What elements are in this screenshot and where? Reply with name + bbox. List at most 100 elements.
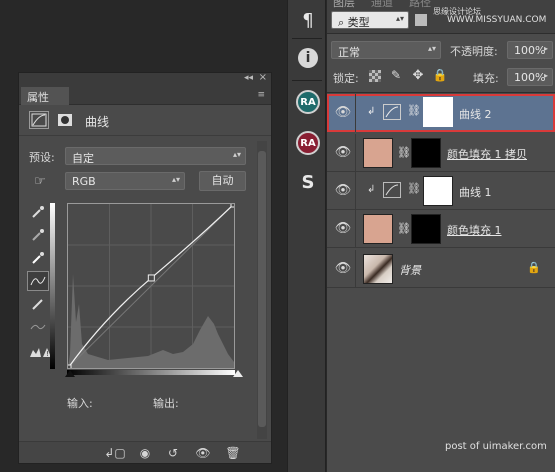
layer-row[interactable]: 👁 ⛓ 颜色填充 1 xyxy=(327,210,555,248)
delete-trash-icon[interactable]: 🗑 xyxy=(223,444,243,462)
visibility-eye-icon[interactable]: 👁 xyxy=(335,183,352,198)
curve-control-point[interactable] xyxy=(147,274,155,282)
white-point-slider[interactable] xyxy=(233,370,243,377)
reset-icon[interactable]: ↺ xyxy=(163,444,183,462)
curves-adjustment-icon xyxy=(383,182,401,198)
layer-mask-thumbnail[interactable] xyxy=(411,214,441,244)
view-previous-state-icon[interactable]: ◉ xyxy=(135,444,155,462)
mask-icon[interactable] xyxy=(55,111,75,129)
divider xyxy=(355,172,356,210)
lock-all-icon[interactable]: 🔒 xyxy=(433,68,448,82)
layers-tab-bar: 图层 通道 路径 ⌕ 类型 ▴▾ 思缘设计论坛 WWW.MISSYUAN.COM xyxy=(327,0,555,34)
fill-color-thumbnail[interactable] xyxy=(363,214,393,244)
tab-paths[interactable]: 路径 xyxy=(409,0,431,10)
curves-plot xyxy=(68,204,234,368)
eyedropper-white-icon[interactable] xyxy=(29,249,47,267)
layer-mask-thumbnail[interactable] xyxy=(411,138,441,168)
ra-plugin-red-icon[interactable]: RA xyxy=(296,131,320,155)
clipping-arrow-icon: ↲ xyxy=(367,106,376,117)
chain-link-icon[interactable]: ⛓ xyxy=(407,182,421,195)
select-arrows-icon: ▴▾ xyxy=(232,150,241,159)
dropdown-arrow-icon: ▸ xyxy=(543,44,548,53)
select-arrows-icon: ▴▾ xyxy=(427,44,436,53)
watermark-bottom: post of uimaker.com xyxy=(445,441,547,452)
layer-name[interactable]: 背景 xyxy=(399,262,421,278)
collapse-icon[interactable]: ◂◂ xyxy=(244,73,253,83)
on-image-adjust-hand-icon[interactable]: ☞ xyxy=(29,172,51,190)
close-icon[interactable]: × xyxy=(259,72,267,83)
curves-graph[interactable] xyxy=(67,203,235,369)
chain-link-icon[interactable]: ⛓ xyxy=(407,104,421,117)
scrollbar-track[interactable] xyxy=(257,141,267,439)
eyedropper-black-icon[interactable] xyxy=(29,203,47,221)
lock-icon[interactable]: 🔒 xyxy=(527,261,541,274)
visibility-eye-icon[interactable]: 👁 xyxy=(335,145,352,160)
chain-link-icon[interactable]: ⛓ xyxy=(397,222,411,235)
channel-select[interactable]: RGB ▴▾ xyxy=(65,172,185,190)
properties-panel: ◂◂ × 属性 ≡ 曲线 预设: 自定 ▴▾ ☞ RGB ▴▾ 自动 ! 输入:… xyxy=(18,72,272,464)
ra-plugin-teal-icon[interactable]: RA xyxy=(296,90,320,114)
filter-kind-select[interactable]: ⌕ 类型 ▴▾ xyxy=(331,11,409,29)
black-point-slider[interactable] xyxy=(65,370,75,377)
background-photo-thumbnail[interactable] xyxy=(363,254,393,284)
layer-row[interactable]: 👁 ⛓ 颜色填充 1 拷贝 xyxy=(327,134,555,172)
fill-color-thumbnail[interactable] xyxy=(363,138,393,168)
dropdown-arrow-icon: ▸ xyxy=(543,71,548,80)
eyedropper-gray-icon[interactable] xyxy=(29,226,47,244)
lock-position-move-icon[interactable]: ✥ xyxy=(411,68,425,83)
pencil-draw-icon[interactable] xyxy=(29,295,47,313)
preset-select[interactable]: 自定 ▴▾ xyxy=(65,147,246,165)
info-icon[interactable]: i xyxy=(298,48,318,68)
panel-menu-icon[interactable]: ≡ xyxy=(257,90,265,100)
curve-control-point[interactable] xyxy=(230,204,234,208)
channel-value: RGB xyxy=(72,175,96,188)
select-arrows-icon: ▴▾ xyxy=(395,14,404,23)
tab-layers[interactable]: 图层 xyxy=(333,0,355,10)
layer-mask-thumbnail[interactable] xyxy=(423,97,453,127)
divider xyxy=(355,250,356,288)
visibility-eye-icon[interactable]: 👁 xyxy=(335,261,352,276)
clipping-arrow-icon: ↲ xyxy=(367,184,376,195)
curve-edit-points-icon[interactable] xyxy=(27,271,49,291)
auto-button[interactable]: 自动 xyxy=(199,171,246,191)
tab-properties[interactable]: 属性 xyxy=(21,87,69,105)
tab-channels[interactable]: 通道 xyxy=(371,0,393,10)
visibility-eye-icon[interactable]: 👁 xyxy=(335,105,352,120)
smooth-curve-icon[interactable] xyxy=(29,318,47,336)
layer-name[interactable]: 颜色填充 1 拷贝 xyxy=(447,146,527,162)
select-arrows-icon: ▴▾ xyxy=(171,175,180,184)
filter-kind-value: 类型 xyxy=(347,16,370,29)
layer-mask-thumbnail[interactable] xyxy=(423,176,453,206)
chain-link-icon[interactable]: ⛓ xyxy=(397,146,411,159)
curve-control-point[interactable] xyxy=(68,364,72,368)
layer-row[interactable]: 👁 ↲ ⛓ 曲线 1 xyxy=(327,172,555,210)
fill-input[interactable]: 100% ▸ xyxy=(507,68,553,86)
output-label: 输出: xyxy=(153,397,179,410)
filter-pixel-icon[interactable] xyxy=(415,14,427,26)
visibility-eye-icon[interactable]: 👁 xyxy=(335,221,352,236)
properties-bottom-bar: ↲▢ ◉ ↺ 👁 🗑 xyxy=(19,441,271,463)
divider xyxy=(327,92,555,93)
clip-to-layer-icon[interactable]: ↲▢ xyxy=(104,444,125,462)
clipping-warning-icon[interactable]: ! xyxy=(29,343,51,361)
layers-panel: 图层 通道 路径 ⌕ 类型 ▴▾ 思缘设计论坛 WWW.MISSYUAN.COM… xyxy=(327,0,555,472)
lock-transparent-icon[interactable] xyxy=(369,70,381,82)
paragraph-icon[interactable]: ¶ xyxy=(296,8,320,32)
opacity-input[interactable]: 100% ▸ xyxy=(507,41,553,59)
blend-mode-value: 正常 xyxy=(338,46,360,59)
layer-name[interactable]: 曲线 2 xyxy=(459,106,492,122)
preset-value: 自定 xyxy=(72,152,94,165)
divider xyxy=(355,134,356,172)
scrollbar-thumb[interactable] xyxy=(258,151,266,427)
output-gradient-bar xyxy=(50,203,55,369)
blend-mode-select[interactable]: 正常 ▴▾ xyxy=(331,41,441,59)
lock-image-brush-icon[interactable]: ✎ xyxy=(389,68,403,82)
layer-name[interactable]: 曲线 1 xyxy=(459,184,492,200)
layer-row[interactable]: 👁 背景 🔒 xyxy=(327,250,555,288)
divider xyxy=(292,80,322,81)
layer-row[interactable]: 👁 ↲ ⛓ 曲线 2 xyxy=(327,94,555,132)
visibility-eye-icon[interactable]: 👁 xyxy=(193,444,213,462)
panel-title-bar[interactable]: ◂◂ × xyxy=(19,72,271,87)
layer-name[interactable]: 颜色填充 1 xyxy=(447,222,502,238)
styles-plugin-icon[interactable]: S xyxy=(296,170,320,194)
